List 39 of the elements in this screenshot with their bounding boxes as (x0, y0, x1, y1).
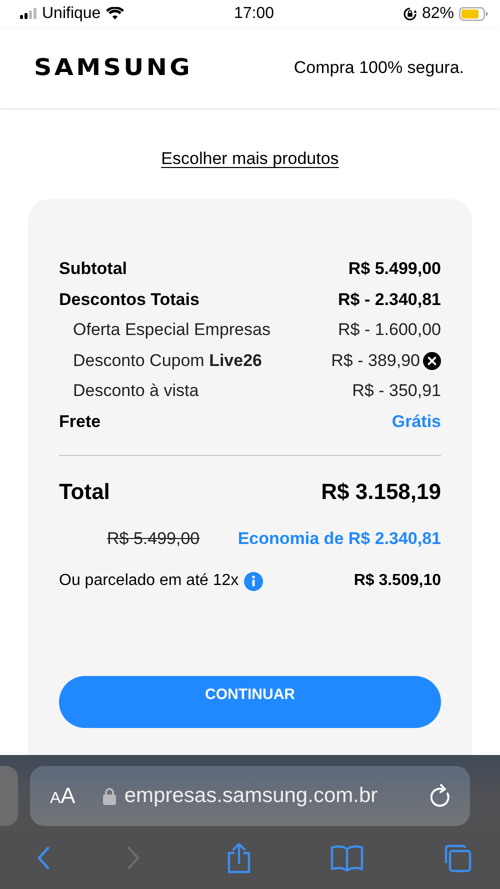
lock-icon (103, 787, 116, 805)
summary-label: Oferta Especial Empresas (72, 320, 270, 340)
summary-label: Desconto Cupom Live26 (72, 350, 262, 371)
choose-more-products-link[interactable]: Escolher mais produtos (161, 149, 339, 199)
wifi-icon (106, 7, 124, 20)
rotation-lock-icon (402, 6, 417, 21)
tabs-icon[interactable] (442, 843, 472, 873)
summary-label: Subtotal (59, 258, 127, 279)
original-price: R$ 5.499,00 (107, 529, 200, 550)
summary-value: R$ - 350,91 (352, 381, 441, 402)
summary-label: Desconto à vista (72, 381, 199, 402)
url-text: empresas.samsung.com.br (124, 784, 378, 808)
share-icon[interactable] (226, 842, 252, 874)
bookmarks-icon[interactable] (330, 844, 364, 872)
total-label: Total (59, 479, 110, 506)
continue-button[interactable]: CONTINUAR (59, 676, 441, 728)
secure-purchase-text: Compra 100% segura. (294, 58, 464, 78)
carrier-name: Unifique (42, 4, 101, 23)
summary-value: R$ 5.499,00 (348, 258, 441, 279)
summary-value: R$ - 389,90 (331, 350, 420, 371)
summary-label: Frete (59, 412, 101, 432)
battery-percent: 82% (422, 4, 454, 23)
address-bar[interactable]: AA empresas.samsung.com.br (30, 766, 470, 826)
installments-label: Ou parcelado em até 12x (59, 572, 239, 590)
summary-value: R$ - 1.600,00 (338, 320, 441, 340)
battery-icon (459, 6, 488, 21)
installments-value: R$ 3.509,10 (354, 572, 441, 590)
summary-value: R$ - 2.340,81 (338, 290, 441, 310)
total-value: R$ 3.158,19 (321, 479, 441, 506)
savings-text: Economia de R$ 2.340,81 (238, 529, 441, 550)
info-icon[interactable] (244, 572, 263, 591)
remove-coupon-icon[interactable] (423, 352, 441, 370)
summary-label: Descontos Totais (59, 290, 200, 310)
clock: 17:00 (234, 4, 274, 22)
samsung-logo[interactable]: SAMSUNG (34, 54, 192, 81)
summary-value: Grátis (392, 412, 441, 432)
signal-icon (20, 8, 37, 20)
reload-icon[interactable] (428, 783, 452, 809)
text-size-button[interactable]: AA (50, 783, 76, 809)
